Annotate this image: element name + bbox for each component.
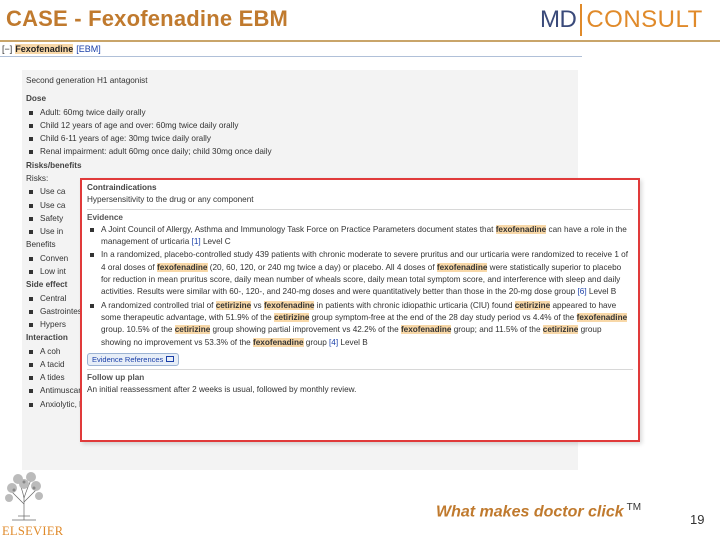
- logo-divider: [580, 4, 583, 36]
- search-highlight: fexofenadine: [576, 312, 628, 322]
- evidence-text: A Joint Council of Allergy, Asthma and I…: [101, 224, 496, 234]
- elsevier-wordmark: ELSEVIER: [2, 524, 64, 538]
- collapse-toggle-icon[interactable]: [−]: [2, 44, 12, 54]
- follow-up-text: An initial reassessment after 2 weeks is…: [87, 385, 357, 395]
- search-highlight: cetirizine: [273, 312, 310, 322]
- page-number: 19: [690, 512, 705, 527]
- list-item: Adult: 60mg twice daily orally: [26, 106, 578, 119]
- logo-consult-text: CONSULT: [586, 6, 703, 33]
- evidence-text: group showing partial improvement vs 42.…: [210, 325, 401, 335]
- evidence-text: A randomized controlled trial of: [101, 300, 216, 310]
- window-icon: [166, 356, 175, 363]
- trademark-symbol: TM: [626, 502, 642, 513]
- evidence-text: Level B: [338, 337, 368, 347]
- contraindications-text: Hypersensitivity to the drug or any comp…: [87, 195, 254, 205]
- logo-md-text: MD: [540, 6, 577, 33]
- search-highlight: fexofenadine: [400, 325, 452, 335]
- search-highlight: fexofenadine: [253, 337, 304, 347]
- evidence-list: A Joint Council of Allergy, Asthma and I…: [87, 224, 633, 349]
- slide-title: CASE - Fexofenadine EBM: [6, 6, 289, 31]
- evidence-text: (20, 60, 120, or 240 mg twice a day) or …: [207, 262, 437, 272]
- topic-title: Fexofenadine: [15, 44, 74, 54]
- search-highlight: cetirizine: [542, 325, 579, 335]
- tagline: What makes doctor click TM: [436, 502, 641, 521]
- evidence-text: Level C: [200, 237, 231, 247]
- risks-heading: Risks/benefits: [26, 160, 82, 170]
- topic-bar: [−] Fexofenadine [EBM]: [2, 44, 101, 54]
- evidence-item: In a randomized, placebo-controlled stud…: [87, 249, 633, 298]
- reference-link[interactable]: [1]: [192, 237, 201, 246]
- search-highlight: fexofenadine: [495, 224, 547, 234]
- evidence-text: Level B: [586, 287, 617, 297]
- tagline-text: What makes doctor click: [436, 503, 624, 521]
- search-highlight: cetirizine: [174, 325, 211, 335]
- evidence-text: group; and 11.5% of the: [451, 325, 543, 335]
- follow-up-heading: Follow up plan: [87, 369, 633, 384]
- evidence-item: A randomized controlled trial of cetiriz…: [87, 300, 633, 349]
- evidence-references-label: Evidence References: [92, 354, 164, 364]
- evidence-heading: Evidence: [87, 212, 123, 222]
- evidence-text: vs: [251, 300, 264, 310]
- list-item: Child 12 years of age and over: 60mg twi…: [26, 119, 578, 132]
- evidence-text: group. 10.5% of the: [101, 325, 175, 335]
- reference-link[interactable]: [6]: [578, 287, 587, 296]
- dose-heading: Dose: [26, 94, 47, 104]
- evidence-item: A Joint Council of Allergy, Asthma and I…: [87, 224, 633, 249]
- md-consult-logo: MD CONSULT: [540, 2, 703, 38]
- elsevier-tree-icon: [5, 472, 43, 521]
- reference-link[interactable]: [4]: [329, 338, 338, 347]
- evidence-text: in patients with chronic idiopathic urti…: [314, 300, 515, 310]
- dose-list: Adult: 60mg twice daily orally Child 12 y…: [26, 106, 578, 159]
- evidence-text: group symptom-free at the end of the 28 …: [309, 312, 577, 322]
- list-item: Renal impairment: adult 60mg once daily;…: [26, 145, 578, 158]
- evidence-text: group: [303, 337, 330, 347]
- contraindications-heading: Contraindications: [87, 183, 157, 192]
- search-highlight: cetirizine: [514, 300, 551, 310]
- topic-divider: [0, 56, 582, 57]
- elsevier-logo: ELSEVIER: [2, 470, 63, 540]
- search-highlight: fexofenadine: [436, 262, 488, 272]
- list-item: Child 6-11 years of age: 30mg twice dail…: [26, 132, 578, 145]
- search-highlight: cetirizine: [215, 300, 252, 310]
- evidence-popup: Contraindications Hypersensitivity to th…: [80, 178, 640, 442]
- search-highlight: fexofenadine: [156, 262, 208, 272]
- evidence-references-button[interactable]: Evidence References: [87, 352, 180, 367]
- search-highlight: fexofenadine: [263, 300, 315, 310]
- drug-class: Second generation H1 antagonist: [26, 76, 148, 85]
- ebm-link[interactable]: [EBM]: [76, 44, 101, 54]
